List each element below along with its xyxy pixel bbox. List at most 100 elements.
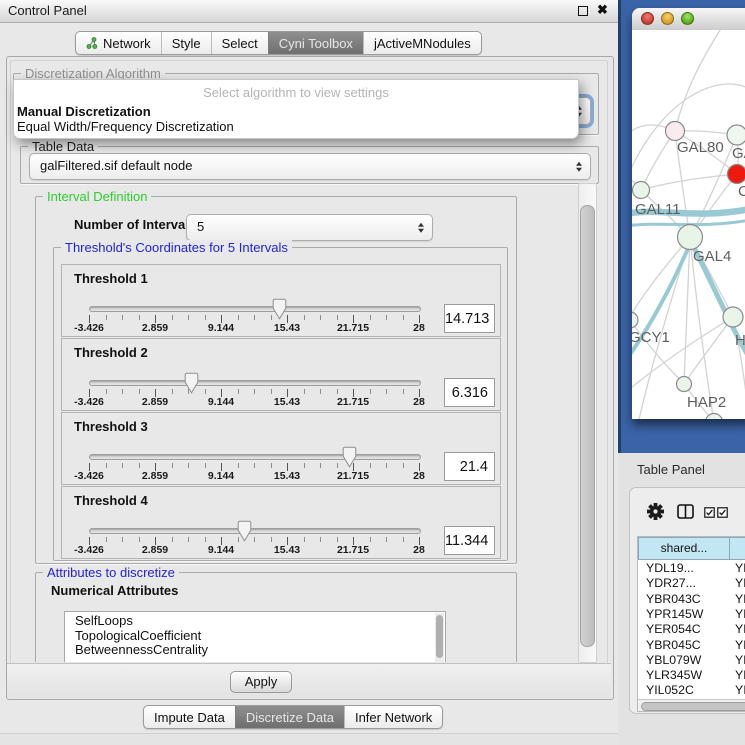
cell-shared-name[interactable]: YDL19... [646,561,694,575]
network-node-gal11[interactable] [633,182,650,199]
apply-button[interactable]: Apply [230,671,292,693]
tab-network[interactable]: Network [76,32,161,54]
slider-tick-label: 21.715 [323,544,383,556]
slider-tick [254,463,255,468]
slider-track[interactable] [89,528,421,534]
network-node-label: GAL4 [693,248,731,265]
number-of-intervals-select[interactable]: 5 [186,214,433,241]
cell-shared-name[interactable]: YBL079W [646,653,701,667]
slider-thumb[interactable] [184,372,199,394]
cell-name[interactable]: YPR1 [735,607,745,621]
tab-select[interactable]: Select [211,32,268,54]
table-row[interactable]: YDR27... YDR2 [638,576,745,591]
tab-jactivemnodules[interactable]: jActiveMNodules [363,32,481,54]
network-node-gal4[interactable] [678,225,703,250]
cell-shared-name[interactable]: YBR043C [646,592,701,606]
threshold-label: Threshold 3 [74,419,148,434]
network-node-h[interactable] [723,307,743,327]
slider-tick-label: 21.715 [323,470,383,482]
cell-name[interactable]: YDL1 [735,561,745,575]
threshold-value-field[interactable]: 21.4 [444,452,495,481]
tab-discretize-data[interactable]: Discretize Data [235,706,344,728]
threshold-value-field[interactable]: 11.344 [444,526,495,555]
table-row[interactable]: YER054C YER0 [638,622,745,637]
threshold-value-field[interactable]: 6.316 [444,378,495,407]
network-node-ga[interactable] [727,125,745,145]
settings-gear-icon[interactable] [647,503,664,520]
below-strip [0,734,618,745]
table-row[interactable]: YBR043C YBR0 [638,592,745,607]
minimize-light[interactable] [661,12,674,25]
network-canvas[interactable]: GAL80GACGAL11GAL4GCY1HHAP2 [632,30,745,419]
column-header-name[interactable]: na [729,537,745,560]
cell-shared-name[interactable]: YPR145W [646,607,703,621]
table-row[interactable]: YLR345W YLR3 [638,668,745,683]
cell-shared-name[interactable]: YER054C [646,622,701,636]
slider-track[interactable] [89,380,421,386]
close-icon[interactable]: ✖ [597,2,608,18]
network-node-c[interactable] [728,165,745,184]
slider-tick [337,389,338,394]
table-hscrollbar-thumb[interactable] [641,702,745,711]
table-row[interactable]: YPR145W YPR1 [638,607,745,622]
list-item[interactable]: BetweennessCentrality [65,641,445,656]
slider-track[interactable] [89,454,421,460]
network-node-gcy1[interactable] [632,312,638,328]
list-scrollbar-thumb[interactable] [436,615,443,658]
tab-style[interactable]: Style [161,32,211,54]
cell-shared-name[interactable]: YLR345W [646,668,702,682]
network-node-label: GCY1 [632,329,670,346]
tab-infer-network[interactable]: Infer Network [344,706,442,728]
cell-shared-name[interactable]: YBR045C [646,638,701,652]
slider-thumb[interactable] [272,298,287,320]
cell-name[interactable]: YLR3 [735,668,745,682]
close-light[interactable] [641,12,654,25]
slider-tick-label: 15.43 [257,544,317,556]
network-node-gal80[interactable] [666,122,685,141]
split-table-icon[interactable] [677,504,694,519]
checkbox-icon[interactable] [717,507,728,518]
cell-name[interactable]: YDR2 [735,576,745,590]
cell-name[interactable]: YER0 [735,622,745,636]
threshold-value-field[interactable]: 14.713 [444,304,495,333]
network-graph[interactable]: GAL80GACGAL11GAL4GCY1HHAP2 [632,30,745,419]
dropdown-option-equal-width-frequency[interactable]: Equal Width/Frequency Discretization [17,119,234,134]
cell-shared-name[interactable]: YIL052C [646,683,694,697]
tab-impute-data[interactable]: Impute Data [144,706,235,728]
column-header-shared-name[interactable]: shared... [638,537,730,560]
slider-thumb[interactable] [342,446,357,468]
list-scrollbar[interactable] [435,613,444,662]
network-icon [86,37,98,49]
table-row[interactable]: YBR045C YBR0 [638,638,745,653]
settings-scrollbar-thumb[interactable] [580,205,595,647]
slider-tick [122,537,123,542]
tab-cyni-toolbox[interactable]: Cyni Toolbox [268,32,363,54]
cell-name[interactable]: YIL0 [735,683,745,697]
cell-shared-name[interactable]: YDR27... [646,576,696,590]
slider-thumb[interactable] [237,520,252,542]
slider-tick [337,537,338,542]
table-data-selected-value: galFiltered.sif default node [40,158,192,173]
slider-tick [370,389,371,394]
slider-tick [205,463,206,468]
checkbox-icon[interactable] [704,507,715,518]
slider-tick-label: 2.859 [125,470,185,482]
cell-name[interactable]: YBL0 [735,653,745,667]
network-node-hap2[interactable] [677,377,692,392]
slider-tick [370,315,371,320]
slider-tick [254,537,255,542]
zoom-light[interactable] [681,12,694,25]
dropdown-option-manual-discretization[interactable]: Manual Discretization [17,104,151,119]
table-hscrollbar[interactable] [638,699,745,712]
list-item[interactable]: SelfLoops [65,612,445,627]
float-window-icon[interactable] [578,6,588,16]
cell-name[interactable]: YBR0 [735,638,745,652]
table-data-select[interactable]: galFiltered.sif default node [29,153,591,180]
table-row[interactable]: YIL052C YIL0 [638,683,745,698]
table-row[interactable]: YDL19... YDL1 [638,561,745,576]
cell-name[interactable]: YBR0 [735,592,745,606]
slider-track[interactable] [89,306,421,312]
numerical-attributes-list[interactable]: SelfLoopsTopologicalCoefficientBetweenne… [64,611,446,662]
list-item[interactable]: TopologicalCoefficient [65,627,445,642]
table-row[interactable]: YBL079W YBL0 [638,653,745,668]
